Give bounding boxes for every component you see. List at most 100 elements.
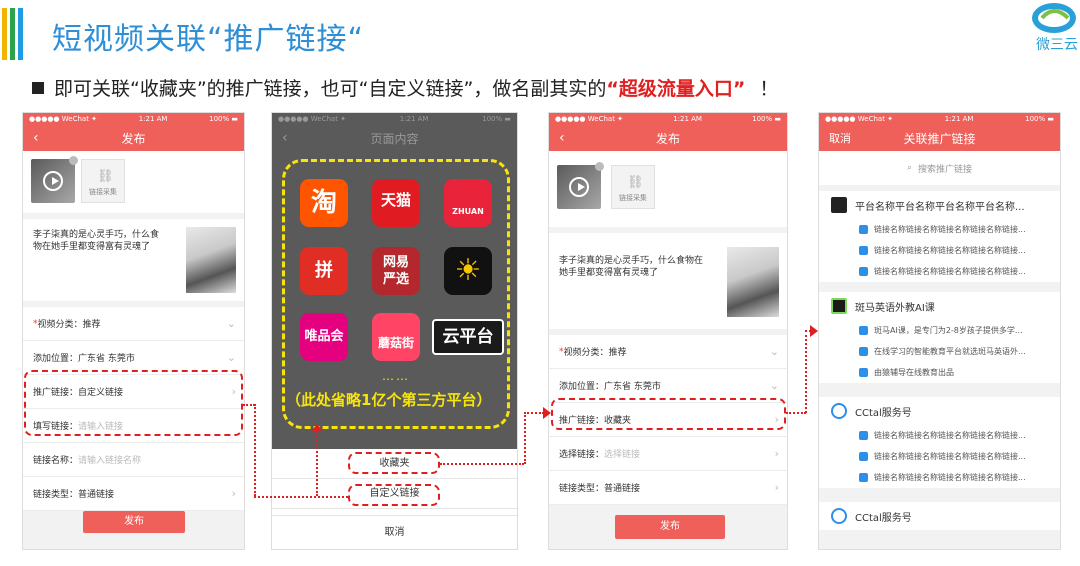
back-icon[interactable]: ‹ bbox=[33, 130, 39, 146]
group-header[interactable]: 斑马英语外教AI课 bbox=[819, 292, 1060, 320]
media-area: ⛓ 链接采集 bbox=[23, 151, 244, 213]
title-bar-blue bbox=[18, 8, 23, 60]
video-description[interactable]: 李子柒真的是心灵手巧，什么食物在她手里都变得富有灵魂了 bbox=[23, 219, 244, 301]
play-icon bbox=[43, 171, 63, 191]
link-icon bbox=[859, 347, 868, 356]
link-collect-button[interactable]: ⛓ 链接采集 bbox=[611, 165, 655, 209]
list-item[interactable]: 斑马AI课，是专门为2-8岁孩子提供多学... bbox=[819, 320, 1060, 341]
list-item[interactable]: 链接名称链接名称链接名称链接名称链接... bbox=[819, 219, 1060, 240]
publish-button[interactable]: 发布 bbox=[615, 515, 725, 539]
connector bbox=[316, 428, 318, 496]
row-link-type[interactable]: 链接类型：普通链接 › bbox=[549, 471, 787, 505]
list-item[interactable]: 链接名称链接名称链接名称链接名称链接... bbox=[819, 425, 1060, 446]
logo-text: 微三云 bbox=[1036, 37, 1078, 53]
sun-app-icon[interactable]: ☀ bbox=[444, 247, 492, 295]
row-select-link[interactable]: 选择链接：选择链接 › bbox=[549, 437, 787, 471]
omit-note: （此处省略1亿个第三方平台） bbox=[286, 391, 492, 409]
video-description[interactable]: 李子柒真的是心灵手巧，什么食物在她手里都变得富有灵魂了 bbox=[549, 233, 787, 329]
publish-button[interactable]: 发布 bbox=[83, 511, 185, 533]
link-icon bbox=[859, 368, 868, 377]
row-link-type[interactable]: 链接类型：普通链接 › bbox=[23, 477, 244, 511]
status-bar: ●●●●● WeChat ✦ 1:21 AM 100% ▬ bbox=[549, 113, 787, 125]
video-thumbnail[interactable] bbox=[31, 156, 78, 203]
cover-photo bbox=[186, 227, 236, 293]
nav-title: 页面内容 bbox=[370, 131, 419, 146]
highlight-custom-link bbox=[24, 370, 243, 436]
back-icon[interactable]: ‹ bbox=[282, 130, 288, 146]
pinduoduo-icon[interactable]: 拼 bbox=[300, 247, 348, 295]
status-bar: ●●●●● WeChat ✦ 1:21 AM 100% ▬ bbox=[819, 113, 1060, 125]
connector bbox=[524, 412, 526, 464]
chevron-down-icon: ⌄ bbox=[226, 317, 236, 330]
nav-title: 发布 bbox=[121, 131, 146, 146]
link-group: CCtal服务号 链接名称链接名称链接名称链接名称链接... 链接名称链接名称链… bbox=[819, 397, 1060, 488]
link-icon bbox=[859, 452, 868, 461]
nav-bar: ‹ 页面内容 bbox=[272, 125, 517, 151]
vipshop-icon[interactable]: 唯品会 bbox=[300, 313, 348, 361]
zhuanzhuan-icon[interactable]: ZHUAN bbox=[444, 179, 492, 227]
media-area: ⛓ 链接采集 bbox=[549, 151, 787, 227]
group-header[interactable]: 平台名称平台名称平台名称平台名称... bbox=[819, 191, 1060, 219]
cloud-platform-icon[interactable]: 云平台 bbox=[432, 319, 504, 355]
phone-publish-favorites: ●●●●● WeChat ✦ 1:21 AM 100% ▬ ‹ 发布 ⛓ 链接采集 李子… bbox=[548, 112, 788, 550]
tmall-icon[interactable]: 天猫 bbox=[372, 179, 420, 227]
connector bbox=[786, 412, 806, 414]
cctal-icon bbox=[831, 403, 847, 419]
mogujie-icon[interactable]: 蘑菇街 bbox=[372, 313, 420, 361]
arrow-up-icon bbox=[311, 424, 323, 432]
link-group: CCtal服务号 bbox=[819, 502, 1060, 530]
netease-yanxuan-icon[interactable]: 网易 严选 bbox=[372, 247, 420, 295]
list-item[interactable]: 链接名称链接名称链接名称链接名称链接... bbox=[819, 240, 1060, 261]
search-input[interactable]: ⌕ 搜索推广链接 bbox=[819, 151, 1060, 185]
cancel-button[interactable]: 取消 bbox=[272, 515, 517, 549]
connector bbox=[254, 404, 256, 496]
row-category[interactable]: * 视频分类：推荐 ⌄ bbox=[23, 307, 244, 341]
connector bbox=[243, 404, 255, 406]
search-icon: ⌕ bbox=[906, 163, 913, 173]
video-thumbnail[interactable] bbox=[557, 162, 604, 209]
chevron-right-icon: › bbox=[774, 481, 779, 494]
list-item[interactable]: 链接名称链接名称链接名称链接名称链接... bbox=[819, 446, 1060, 467]
cover-photo bbox=[727, 247, 779, 317]
link-icon: ⛓ bbox=[97, 169, 114, 184]
chevron-down-icon: ⌄ bbox=[769, 379, 779, 392]
link-icon bbox=[859, 225, 868, 234]
chevron-right-icon: › bbox=[774, 447, 779, 460]
list-item[interactable]: 由猿辅导在线教育出品 bbox=[819, 362, 1060, 383]
subtitle: 即可关联“收藏夹”的推广链接，也可“自定义链接”，做名副其实的“超级流量入口”！ bbox=[32, 74, 778, 101]
link-collect-button[interactable]: ⛓ 链接采集 bbox=[81, 159, 125, 203]
play-icon bbox=[569, 177, 589, 197]
connector bbox=[254, 496, 348, 498]
row-link-name[interactable]: 链接名称：请输入链接名称 bbox=[23, 443, 244, 477]
link-icon: ⛓ bbox=[627, 175, 644, 190]
remove-icon[interactable] bbox=[595, 162, 604, 171]
link-icon bbox=[859, 431, 868, 440]
row-category[interactable]: * 视频分类：推荐 ⌄ bbox=[549, 335, 787, 369]
connector bbox=[805, 330, 807, 413]
list-item[interactable]: 链接名称链接名称链接名称链接名称链接... bbox=[819, 467, 1060, 488]
arrow-right-icon bbox=[543, 407, 551, 419]
link-group: 斑马英语外教AI课 斑马AI课，是专门为2-8岁孩子提供多学... 在线学习的智… bbox=[819, 292, 1060, 383]
taobao-icon[interactable]: 淘 bbox=[300, 179, 348, 227]
chevron-down-icon: ⌄ bbox=[769, 345, 779, 358]
phone-publish-custom: ●●●●● WeChat ✦ 1:21 AM 100% ▬ ‹ 发布 ⛓ 链接采集 李子… bbox=[22, 112, 245, 550]
back-icon[interactable]: ‹ bbox=[559, 130, 565, 146]
cancel-link[interactable]: 取消 bbox=[829, 130, 851, 146]
link-icon bbox=[859, 246, 868, 255]
page-title: 短视频关联“推广链接“ bbox=[52, 22, 365, 57]
phone-link-promo: ●●●●● WeChat ✦ 1:21 AM 100% ▬ 取消 关联推广链接 ⌕ 搜索… bbox=[818, 112, 1061, 550]
list-item[interactable]: 在线学习的智能教育平台就选斑马英语外... bbox=[819, 341, 1060, 362]
group-header[interactable]: CCtal服务号 bbox=[819, 397, 1060, 425]
group-header[interactable]: CCtal服务号 bbox=[819, 502, 1060, 530]
link-icon bbox=[859, 473, 868, 482]
list-item[interactable]: 链接名称链接名称链接名称链接名称链接... bbox=[819, 261, 1060, 282]
remove-icon[interactable] bbox=[69, 156, 78, 165]
chevron-down-icon: ⌄ bbox=[226, 351, 236, 364]
nav-title: 关联推广链接 bbox=[903, 131, 976, 146]
nav-bar: ‹ 发布 bbox=[549, 125, 787, 151]
zebra-icon bbox=[831, 298, 847, 314]
connector bbox=[440, 463, 524, 465]
nav-bar: 取消 关联推广链接 bbox=[819, 125, 1060, 151]
slide: 短视频关联“推广链接“ 微三云 即可关联“收藏夹”的推广链接，也可“自定义链接”… bbox=[0, 0, 1080, 566]
chevron-right-icon: › bbox=[231, 487, 236, 500]
